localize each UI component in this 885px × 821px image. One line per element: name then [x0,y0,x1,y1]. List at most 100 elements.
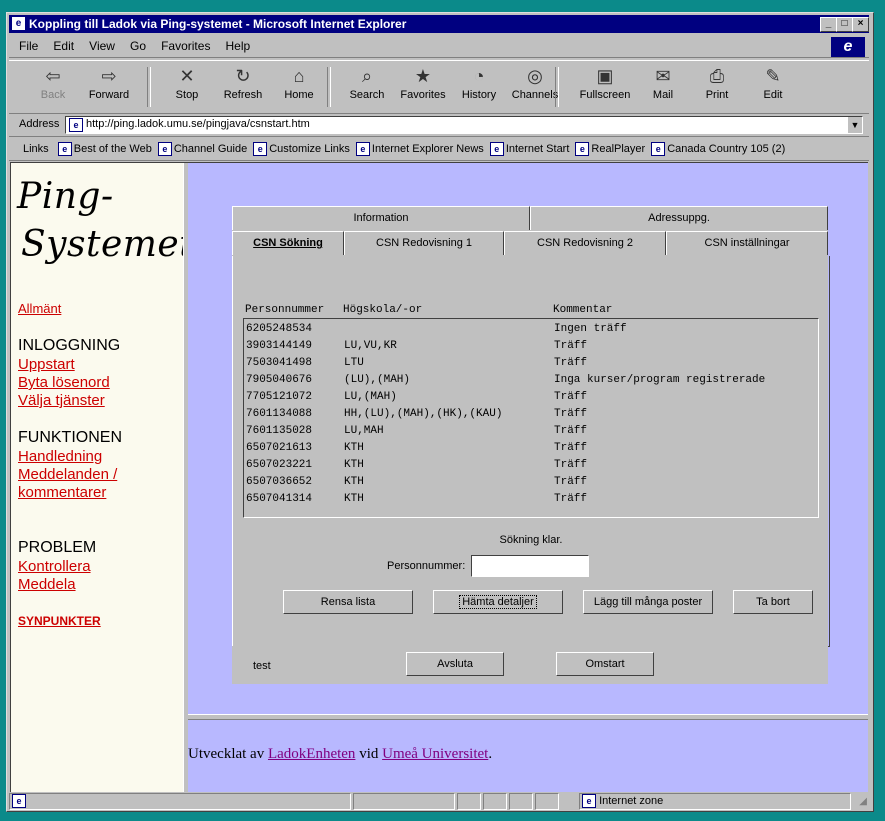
address-label: Address [19,118,60,130]
minimize-button[interactable]: _ [820,17,837,32]
table-cell: Träff [554,340,588,352]
title-bar[interactable]: e Koppling till Ladok via Ping-systemet … [9,15,869,33]
tab-csn-1[interactable]: CSN Redovisning 1 [344,231,504,255]
back-button[interactable]: ⇦ Back [25,63,81,109]
table-row[interactable]: 6507023221 KTH Träff [246,457,816,474]
menu-edit[interactable]: Edit [53,39,74,53]
table-row[interactable]: 6507021613 KTH Träff [246,440,816,457]
tab-information[interactable]: Information [232,206,530,230]
page-link-icon: e [253,142,268,157]
link-ladokenheten[interactable]: LadokEnheten [268,746,355,762]
links-item[interactable]: e Customize Links [253,142,350,157]
refresh-icon: ↻ [235,66,251,86]
links-item[interactable]: e Best of the Web [57,142,152,157]
table-row[interactable]: 7601134088 HH,(LU),(MAH),(HK),(KAU) Träff [246,406,816,423]
print-icon: ⎙ [709,66,725,86]
table-row[interactable]: 6507036652 KTH Träff [246,474,816,491]
table-row[interactable]: 7601135028 LU,MAH Träff [246,423,816,440]
link-kommentarer[interactable]: kommentarer [18,484,178,502]
print-button[interactable]: ⎙ Print [689,63,745,109]
link-byta-losenord[interactable]: Byta lösenord [18,374,178,392]
toolbar-label: Fullscreen [579,89,631,101]
personnummer-input[interactable] [471,555,589,577]
home-button[interactable]: ⌂ Home [271,63,327,109]
table-cell: Träff [554,493,588,505]
toolbar-separator [147,67,151,107]
edit-button[interactable]: ✎ Edit [745,63,801,109]
tab-adressuppg[interactable]: Adressuppg. [530,206,828,230]
links-item[interactable]: e Internet Start [489,142,569,157]
menu-view[interactable]: View [89,39,115,53]
toolbar-label: Stop [175,89,199,101]
menu-help[interactable]: Help [226,39,251,53]
table-cell: LU,(MAH) [344,391,397,403]
menu-file[interactable]: File [19,39,38,53]
link-uppstart[interactable]: Uppstart [18,356,178,374]
link-allmant[interactable]: Allmänt [18,300,178,318]
tab-csn-2[interactable]: CSN Redovisning 2 [504,231,666,255]
table-cell: KTH [344,493,364,505]
sidebar-frame: Ping- Systemet Allmänt INLOGGNING Uppsta… [11,163,194,792]
stop-icon: ✕ [179,66,195,86]
search-icon: ⌕ [361,66,373,86]
link-valja-tjanster[interactable]: Välja tjänster [18,392,178,410]
search-status: Sökning klar. [499,534,563,546]
favorites-icon: ★ [414,66,432,86]
status-cell [483,793,507,810]
link-handledning[interactable]: Handledning [18,448,178,466]
omstart-button[interactable]: Omstart [556,652,654,676]
toolbar-label: Home [284,89,314,101]
table-row[interactable]: 7503041498 LTU Träff [246,355,816,372]
link-meddelanden[interactable]: Meddelanden / [18,466,178,484]
links-item[interactable]: e RealPlayer [575,142,645,157]
table-cell: Träff [554,357,588,369]
resize-grip-icon[interactable]: ◢ [859,796,867,807]
standard-toolbar: ⇦ Back ⇨ Forward ✕ Stop ↻ Refresh ⌂ Home ⌕ Search ★ F… [9,60,869,114]
fullscreen-button[interactable]: ▣ Fullscreen [577,63,633,109]
maximize-button[interactable]: □ [836,17,853,32]
table-row[interactable]: 6205248534 Ingen träff [246,321,816,338]
status-main: e [9,793,351,810]
toolbar-label: Refresh [223,89,263,101]
table-cell: Träff [554,408,588,420]
page-link-icon: e [157,142,172,157]
links-item[interactable]: e Canada Country 105 (2) [651,142,785,157]
search-button[interactable]: ⌕ Search [339,63,395,109]
hamta-detaljer-button[interactable]: Hämta detaljer [433,590,563,614]
history-button[interactable]: ◔ History [451,63,507,109]
stop-button[interactable]: ✕ Stop [159,63,215,109]
forward-button[interactable]: ⇨ Forward [81,63,137,109]
address-dropdown-icon[interactable]: ▼ [848,117,862,133]
refresh-button[interactable]: ↻ Refresh [215,63,271,109]
table-row[interactable]: 7905040676 (LU),(MAH) Inga kurser/program … [246,372,816,389]
address-input[interactable]: e http://ping.ladok.umu.se/pingjava/csns… [65,116,863,134]
results-list[interactable]: 6205248534 Ingen träff 3903144149 LU,VU,KR T… [243,318,819,518]
links-item[interactable]: e Internet Explorer News [355,142,484,157]
menu-go[interactable]: Go [130,39,146,53]
table-row[interactable]: 6507041314 KTH Träff [246,491,816,508]
table-row[interactable]: 3903144149 LU,VU,KR Träff [246,338,816,355]
tab-csn-3[interactable]: CSN inställningar [666,231,828,255]
close-button[interactable]: × [852,17,869,32]
address-bar: Address e http://ping.ladok.umu.se/pingj… [9,114,869,137]
mail-button[interactable]: ✉ Mail [635,63,691,109]
tab-csn-0[interactable]: CSN Sökning [232,231,344,255]
tab-row-bottom: CSN Sökning CSN Redovisning 1 CSN Redovisn… [232,231,828,256]
ping-systemet-logo: Ping- Systemet [17,176,195,265]
link-synpunkter[interactable]: SYNPUNKTER [18,612,178,630]
table-row[interactable]: 7705121072 LU,(MAH) Träff [246,389,816,406]
link-umea-universitet[interactable]: Umeå Universitet [382,746,488,762]
favorites-button[interactable]: ★ Favorites [395,63,451,109]
ta-bort-button[interactable]: Ta bort [733,590,813,614]
table-cell: 7905040676 [246,374,313,386]
links-item[interactable]: e Channel Guide [157,142,247,157]
menu-favorites[interactable]: Favorites [161,39,210,53]
table-cell: LU,VU,KR [344,340,397,352]
page-link-icon: e [651,142,666,157]
rensa-lista-button[interactable]: Rensa lista [283,590,413,614]
link-kontrollera[interactable]: Kontrollera [18,558,178,576]
avsluta-button[interactable]: Avsluta [406,652,504,676]
lagg-till-manga-poster-button[interactable]: Lägg till många poster [583,590,713,614]
link-meddela[interactable]: Meddela [18,576,178,594]
col-header-hogskola: Högskola/-or [343,304,423,316]
